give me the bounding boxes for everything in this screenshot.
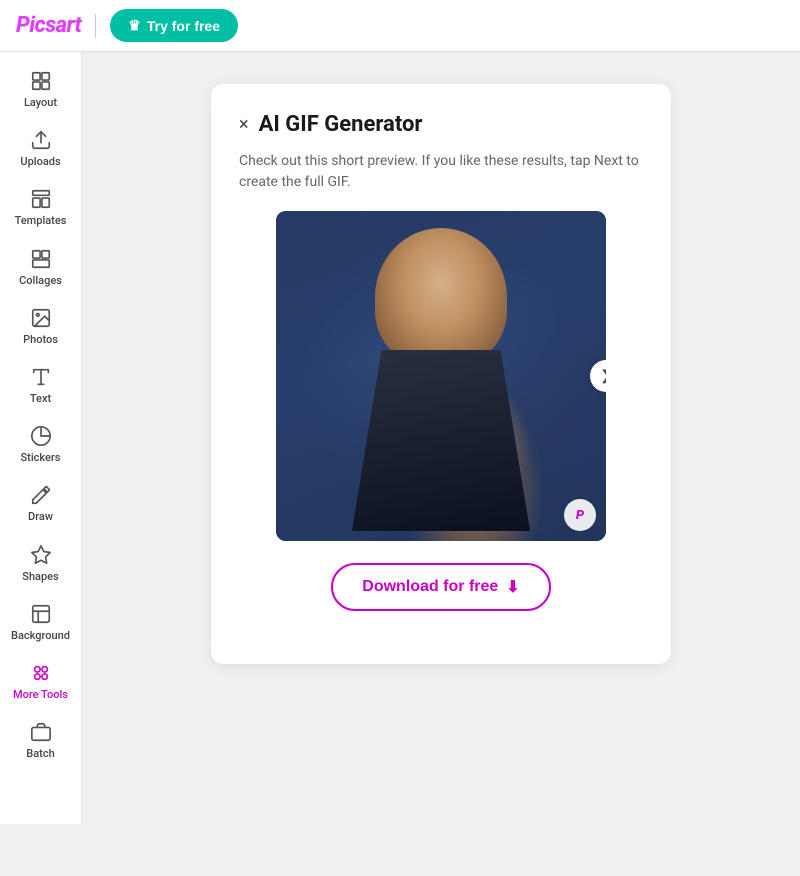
more-tools-icon [30, 662, 52, 684]
topnav: Picsart ♛ Try for free [0, 0, 800, 52]
sidebar: Layout Uploads Templates [0, 52, 82, 824]
stickers-icon [30, 425, 52, 447]
sidebar-item-label: Text [30, 392, 51, 405]
preview-container: P ❯ [276, 211, 606, 541]
background-icon [30, 603, 52, 625]
sidebar-item-label: Photos [23, 333, 58, 346]
sidebar-item-more-tools[interactable]: More Tools [5, 652, 77, 709]
picsart-watermark: P [564, 499, 596, 531]
text-icon [30, 366, 52, 388]
sidebar-item-label: Draw [28, 510, 53, 523]
panel-title: AI GIF Generator [259, 112, 423, 137]
sidebar-item-layout[interactable]: Layout [5, 60, 77, 117]
sidebar-item-collages[interactable]: Collages [5, 238, 77, 295]
try-for-free-button[interactable]: ♛ Try for free [110, 9, 238, 42]
download-icon: ⬇ [506, 577, 519, 597]
panel-description: Check out this short preview. If you lik… [239, 151, 643, 193]
sidebar-item-batch[interactable]: Batch [5, 711, 77, 768]
sidebar-item-background[interactable]: Background [5, 593, 77, 650]
upload-icon [30, 129, 52, 151]
draw-icon [30, 484, 52, 506]
sidebar-item-label: Stickers [21, 451, 61, 464]
sidebar-item-label: Background [11, 629, 70, 642]
sidebar-item-photos[interactable]: Photos [5, 297, 77, 354]
panel-header: × AI GIF Generator [239, 112, 643, 137]
sidebar-item-shapes[interactable]: Shapes [5, 534, 77, 591]
sidebar-item-label: More Tools [13, 688, 68, 701]
sidebar-item-label: Templates [15, 214, 67, 227]
photos-icon [30, 307, 52, 329]
sidebar-item-label: Uploads [20, 155, 60, 168]
content-area: × AI GIF Generator Check out this short … [82, 52, 800, 824]
sidebar-item-label: Layout [24, 96, 57, 109]
download-button-label: Download for free [362, 578, 498, 596]
ai-gif-panel: × AI GIF Generator Check out this short … [211, 84, 671, 664]
main-layout: Layout Uploads Templates [0, 52, 800, 824]
sidebar-item-uploads[interactable]: Uploads [5, 119, 77, 176]
sidebar-item-templates[interactable]: Templates [5, 178, 77, 235]
picsart-logo: Picsart [16, 13, 81, 38]
close-button[interactable]: × [239, 116, 249, 134]
collages-icon [30, 248, 52, 270]
crown-icon: ♛ [128, 17, 141, 34]
sidebar-item-label: Batch [26, 747, 54, 760]
shapes-icon [30, 544, 52, 566]
download-for-free-button[interactable]: Download for free ⬇ [331, 563, 551, 611]
try-button-label: Try for free [147, 18, 220, 34]
layout-icon [30, 70, 52, 92]
preview-image [276, 211, 606, 541]
sidebar-item-label: Collages [19, 274, 62, 287]
templates-icon [30, 188, 52, 210]
sidebar-item-label: Shapes [22, 570, 58, 583]
batch-icon [30, 721, 52, 743]
nav-divider [95, 14, 96, 38]
sidebar-item-stickers[interactable]: Stickers [5, 415, 77, 472]
sidebar-item-draw[interactable]: Draw [5, 474, 77, 531]
sidebar-item-text[interactable]: Text [5, 356, 77, 413]
